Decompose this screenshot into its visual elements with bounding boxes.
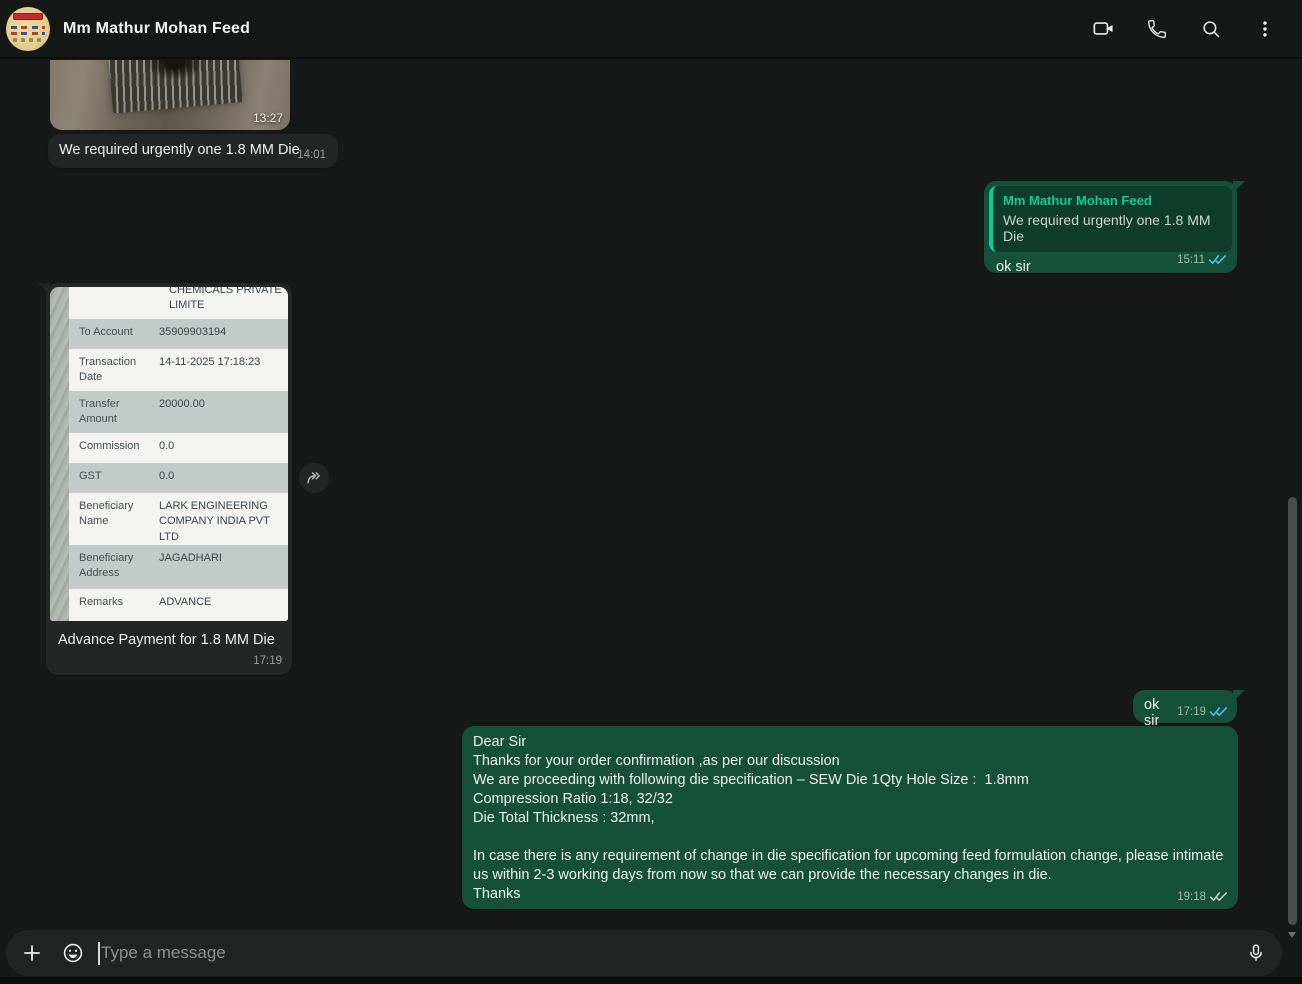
receipt-row: To Account 35909903194: [69, 319, 288, 349]
receipt-row: GST 0.0: [69, 463, 288, 493]
message-text-line: Compression Ratio 1:18, 32/32: [473, 790, 1227, 809]
quoted-sender-name: Mm Mathur Mohan Feed: [1003, 193, 1222, 208]
message-text-line: We are proceeding with following die spe…: [473, 771, 1227, 790]
message-composer: [6, 930, 1282, 976]
message-caption: Advance Payment for 1.8 MM Die: [58, 632, 275, 648]
microphone-icon: [1245, 942, 1267, 964]
message-input[interactable]: [101, 943, 1243, 963]
receipt-photo-background: [50, 287, 69, 621]
message-text-line: In case there is any requirement of chan…: [473, 847, 1227, 885]
avatar-decoration: [13, 38, 43, 42]
message-timestamp: 19:18: [1177, 891, 1206, 903]
receipt-row: Transfer Amount 20000.00: [69, 391, 288, 433]
voice-call-icon: [1146, 18, 1168, 40]
incoming-photo-message[interactable]: 13:27: [50, 60, 290, 130]
avatar-logo-banner: [13, 13, 42, 20]
delivered-double-check-icon: [1209, 890, 1228, 903]
receipt-row: Remarks ADVANCE: [69, 589, 288, 621]
outgoing-text-message[interactable]: ok sir 17:19: [1133, 690, 1237, 723]
message-timestamp: 13:27: [253, 111, 283, 125]
receipt-image[interactable]: CHEMICALS PRIVATE LIMITE To Account 3590…: [50, 287, 288, 621]
message-timestamp: 17:19: [1177, 706, 1206, 718]
forward-arrow-icon: [304, 468, 324, 488]
receipt-table: CHEMICALS PRIVATE LIMITE To Account 3590…: [69, 287, 288, 621]
quoted-message[interactable]: Mm Mathur Mohan Feed We required urgentl…: [989, 186, 1232, 252]
message-text-line: Thanks: [473, 885, 1227, 904]
emoji-smiley-icon: [61, 941, 85, 965]
bubble-tail: [1233, 181, 1245, 193]
read-double-check-icon: [1208, 253, 1227, 266]
receipt-row: Beneficiary Address JAGADHARI: [69, 545, 288, 589]
quoted-text: We required urgently one 1.8 MM Die: [1003, 212, 1222, 244]
outgoing-spec-message[interactable]: Dear Sir Thanks for your order confirmat…: [462, 726, 1238, 909]
menu-button[interactable]: [1252, 16, 1278, 42]
window-bottom-edge: [0, 977, 1302, 984]
contact-name[interactable]: Mm Mathur Mohan Feed: [63, 20, 250, 38]
voice-record-button[interactable]: [1243, 940, 1269, 966]
read-double-check-icon: [1209, 705, 1228, 718]
message-timestamp: 14:01: [297, 149, 326, 161]
kebab-menu-icon: [1254, 18, 1276, 40]
forward-message-button[interactable]: [299, 463, 329, 493]
receipt-row: Beneficiary Name LARK ENGINEERING COMPAN…: [69, 493, 288, 545]
incoming-receipt-image-message[interactable]: CHEMICALS PRIVATE LIMITE To Account 3590…: [46, 283, 292, 675]
message-text-line: Thanks for your order confirmation ,as p…: [473, 752, 1227, 771]
receipt-row: Transaction Date 14-11-2025 17:18:23: [69, 349, 288, 391]
message-text: ok sir: [1144, 697, 1168, 717]
text-cursor: [98, 942, 100, 965]
message-text-line: Die Total Thickness : 32mm,: [473, 809, 1227, 828]
bubble-tail: [1233, 690, 1245, 702]
bubble-tail: [38, 283, 50, 295]
video-call-button[interactable]: [1090, 16, 1116, 42]
attach-button[interactable]: [19, 940, 45, 966]
chat-header: Mm Mathur Mohan Feed: [0, 0, 1302, 59]
avatar-decoration: [11, 32, 44, 35]
receipt-partial-header: CHEMICALS PRIVATE LIMITE: [69, 287, 288, 319]
video-call-icon: [1091, 16, 1116, 41]
outgoing-reply-message[interactable]: Mm Mathur Mohan Feed We required urgentl…: [984, 181, 1237, 273]
incoming-text-message[interactable]: We required urgently one 1.8 MM Die 14:0…: [48, 134, 338, 168]
message-timestamp: 15:11: [1177, 254, 1205, 266]
receipt-row: Commission 0.0: [69, 433, 288, 463]
header-actions: [1090, 16, 1288, 42]
avatar-decoration: [11, 26, 44, 29]
scrollbar[interactable]: [1288, 497, 1297, 925]
scrollbar-down-arrow[interactable]: [1288, 932, 1296, 938]
contact-avatar[interactable]: [6, 7, 50, 51]
search-button[interactable]: [1198, 16, 1224, 42]
voice-call-button[interactable]: [1144, 16, 1170, 42]
message-list: 13:27 We required urgently one 1.8 MM Di…: [0, 60, 1302, 928]
message-timestamp: 17:19: [253, 655, 282, 667]
emoji-button[interactable]: [60, 940, 86, 966]
search-icon: [1200, 18, 1222, 40]
plus-icon: [20, 941, 44, 965]
message-text-line: Dear Sir: [473, 733, 1227, 752]
whatsapp-chat-window: Mm Mathur Mohan Feed: [0, 0, 1302, 984]
message-text: We required urgently one 1.8 MM Die: [59, 142, 300, 158]
message-text-line: [473, 828, 1227, 847]
